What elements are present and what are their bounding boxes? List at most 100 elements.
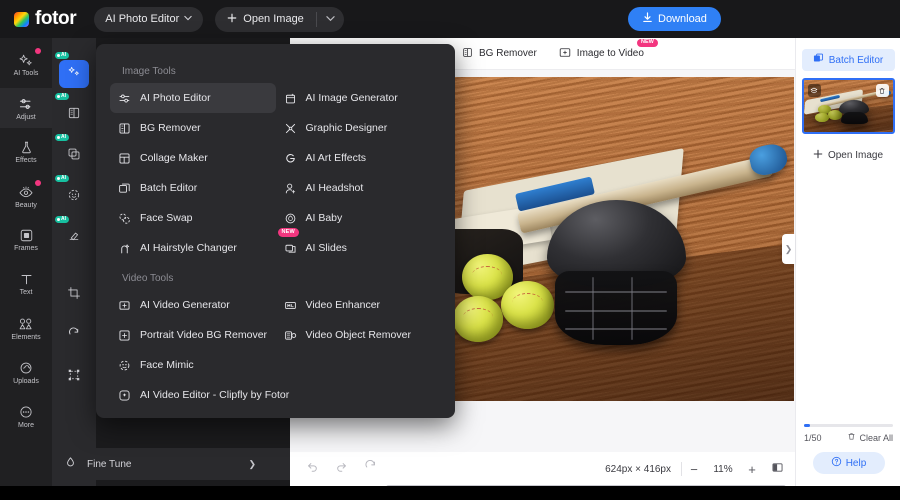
ai-object-remove-icon xyxy=(67,229,81,248)
text-t-icon xyxy=(19,272,34,287)
sidebar-item-more[interactable]: More xyxy=(0,396,52,436)
menu-item-label: AI Photo Editor xyxy=(140,92,211,104)
fotor-gradient-logo-icon xyxy=(14,11,29,27)
fit-screen-icon[interactable] xyxy=(764,461,790,477)
headshot-icon xyxy=(284,182,297,195)
menu-item-video-enhancer[interactable]: Video Enhancer xyxy=(276,290,442,320)
zoom-level-value: 11% xyxy=(713,463,733,475)
reset-icon[interactable] xyxy=(364,459,377,478)
sidebar-item-adjust[interactable]: Adjust xyxy=(0,88,52,128)
sidebar-item-text[interactable]: Text xyxy=(0,264,52,304)
menu-item-video-object-remover[interactable]: Video Object Remover xyxy=(276,320,442,350)
menu-item-ai-photo-editor[interactable]: AI Photo Editor xyxy=(110,83,276,113)
open-image-caret-button[interactable] xyxy=(317,14,344,25)
brand-logo[interactable]: fotor xyxy=(14,8,77,30)
download-icon xyxy=(642,12,653,26)
menu-item-label: AI Hairstyle Changer xyxy=(140,242,237,254)
image-tools-heading: Image Tools xyxy=(122,66,176,77)
sliders-icon xyxy=(18,96,34,112)
menu-item-ai-slides[interactable]: NEW AI Slides xyxy=(276,228,442,263)
menu-item-batch-editor[interactable]: Batch Editor xyxy=(110,173,276,203)
sidebar-item-uploads[interactable]: Uploads xyxy=(0,352,52,392)
fine-tune-row[interactable]: Fine Tune ❯ xyxy=(52,448,290,480)
sidebar-item-elements[interactable]: Elements xyxy=(0,308,52,348)
app-selector-dropdown[interactable]: AI Photo Editor xyxy=(94,6,204,32)
video-tools-left-column: AI Video Generator Portrait Video BG Rem… xyxy=(110,290,289,410)
open-image-button-group[interactable]: Open Image xyxy=(215,6,344,32)
chevron-down-icon xyxy=(184,13,192,25)
sidebar-item-label: AI Tools xyxy=(13,69,39,77)
tool-ai-expand[interactable]: AI xyxy=(55,134,89,170)
menu-item-face-mimic[interactable]: Face Mimic xyxy=(110,350,276,380)
menu-item-ai-video-generator[interactable]: AI Video Generator xyxy=(110,290,276,320)
app-selector-label: AI Photo Editor xyxy=(105,13,180,25)
batch-editor-icon xyxy=(813,53,824,67)
sidebar-item-beauty[interactable]: Beauty xyxy=(0,176,52,216)
clear-all-button[interactable]: Clear All xyxy=(847,432,893,443)
menu-item-ai-hairstyle-changer[interactable]: AI Hairstyle Changer xyxy=(110,233,276,263)
tool-ai-retouch[interactable]: AI xyxy=(55,175,89,211)
bg-remover-icon xyxy=(462,47,473,61)
tool-separator xyxy=(52,265,96,281)
image-thumbnail[interactable] xyxy=(801,78,895,134)
menu-item-ai-headshot[interactable]: AI Headshot xyxy=(276,173,442,203)
canvas-image[interactable] xyxy=(455,77,794,401)
panel-open-image-button[interactable]: Open Image xyxy=(802,144,895,166)
sidebar-item-label: More xyxy=(18,421,34,429)
ai-enhance-icon xyxy=(67,65,81,84)
face-swap-icon xyxy=(118,212,131,225)
menu-item-label: Face Swap xyxy=(140,212,193,224)
menu-item-label: BG Remover xyxy=(140,122,201,134)
ai-badge: AI xyxy=(55,134,69,141)
menu-item-label: Collage Maker xyxy=(140,152,208,164)
history-controls xyxy=(306,459,377,478)
worktop-item-label: Image to Video xyxy=(576,48,644,59)
panel-collapse-handle[interactable]: ❯ xyxy=(782,234,795,264)
tool-ai-bg-remover[interactable]: AI xyxy=(55,93,89,129)
open-image-button[interactable]: Open Image xyxy=(215,7,316,32)
image-gen-icon xyxy=(284,92,297,105)
menu-item-bg-remover[interactable]: BG Remover xyxy=(110,113,276,143)
tool-ai-object-remove[interactable]: AI xyxy=(55,216,89,252)
worktop-item-image-to-video[interactable]: Image to Video NEW xyxy=(559,38,658,61)
sidebar-item-ai-tools[interactable]: AI Tools xyxy=(0,44,52,84)
ai-expand-icon xyxy=(67,147,81,166)
sidebar-item-label: Effects xyxy=(15,157,37,164)
undo-icon[interactable] xyxy=(306,460,319,478)
sidebar-item-frames[interactable]: Frames xyxy=(0,220,52,260)
tool-ai-enhance[interactable]: AI xyxy=(55,52,89,88)
menu-item-ai-image-generator[interactable]: AI Image Generator xyxy=(276,83,442,113)
graphic-design-icon xyxy=(284,122,297,135)
flask-icon xyxy=(19,140,34,155)
menu-item-ai-baby[interactable]: AI Baby xyxy=(276,203,442,233)
menu-item-portrait-video-bg-remover[interactable]: Portrait Video BG Remover xyxy=(110,320,276,350)
menu-item-ai-video-editor-clipfly[interactable]: AI Video Editor - Clipfly by Fotor xyxy=(110,380,289,410)
clipfly-icon xyxy=(118,389,131,402)
menu-item-label: Face Mimic xyxy=(140,359,194,371)
worktop-item-bg-remover[interactable]: BG Remover xyxy=(462,47,537,61)
zoom-in-button[interactable]: + xyxy=(740,462,764,477)
download-button[interactable]: Download xyxy=(628,7,721,31)
chevron-right-icon: ❯ xyxy=(248,458,256,469)
left-sidebar: AI Tools Adjust Effects Beauty Frames Te… xyxy=(0,38,52,500)
layers-icon[interactable] xyxy=(807,84,821,97)
zoom-out-button[interactable]: − xyxy=(682,462,706,477)
menu-item-collage-maker[interactable]: Collage Maker xyxy=(110,143,276,173)
tool-rotate[interactable] xyxy=(59,322,89,350)
droplet-icon xyxy=(64,456,77,472)
batch-editor-label: Batch Editor xyxy=(828,54,884,66)
menu-item-graphic-designer[interactable]: Graphic Designer xyxy=(276,113,442,143)
new-badge: NEW xyxy=(277,228,299,237)
download-label: Download xyxy=(658,13,707,25)
redo-icon[interactable] xyxy=(335,460,348,478)
open-image-label: Open Image xyxy=(243,13,304,25)
help-button[interactable]: Help xyxy=(812,452,885,474)
tool-crop[interactable] xyxy=(59,281,89,309)
tool-resize[interactable] xyxy=(59,363,89,391)
sidebar-item-effects[interactable]: Effects xyxy=(0,132,52,172)
trash-icon[interactable] xyxy=(875,84,889,97)
menu-item-face-swap[interactable]: Face Swap xyxy=(110,203,276,233)
ai-retouch-icon xyxy=(67,188,81,207)
menu-item-ai-art-effects[interactable]: AI Art Effects xyxy=(276,143,442,173)
batch-editor-button[interactable]: Batch Editor xyxy=(801,49,895,71)
